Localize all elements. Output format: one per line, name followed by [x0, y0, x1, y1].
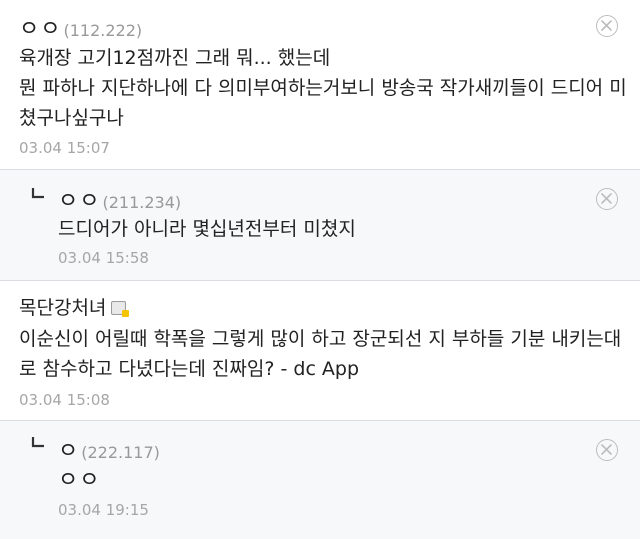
- reply-item: ㅇㅇ (211.234) 드디어가 아니라 몇십년전부터 미쳤지 03.04 1…: [0, 170, 640, 280]
- close-circle-icon: [601, 20, 612, 31]
- comment-author: ㅇㅇ (112.222): [19, 11, 142, 43]
- close-circle-icon: [601, 193, 612, 204]
- comment-text-line: 뭔 파하나 지단하나에 다 의미부여하는거보니 방송국 작가새끼들이 드디어 미: [19, 77, 627, 99]
- comment-text: 드디어가 아니라 몇십년전부터 미쳤지: [58, 214, 356, 244]
- comment-author: ㅇ (222.117): [58, 433, 160, 465]
- comment-item: ㅇㅇ (112.222) 육개장 고기12점까진 그래 뭐... 했는데 뭔 파…: [0, 0, 640, 169]
- comment-timestamp: 03.04 15:08: [19, 391, 110, 409]
- author-ip: (222.117): [81, 443, 160, 462]
- delete-button[interactable]: [596, 439, 618, 461]
- reply-arrow-icon: [31, 437, 44, 448]
- member-badge-icon: [111, 301, 130, 317]
- comment-text-line: 육개장 고기12점까진 그래 뭐... 했는데: [19, 47, 331, 69]
- comment-author: ㅇㅇ (211.234): [58, 183, 181, 215]
- comment-text-line: ㅇㅇ: [58, 468, 101, 493]
- reply-arrow-icon: [31, 188, 44, 199]
- close-circle-icon: [601, 444, 612, 455]
- reply-item: ㅇ (222.117) ㅇㅇ 03.04 19:15: [0, 421, 640, 539]
- comment-item: 목단강처녀 이순신이 어릴때 학폭을 그렇게 많이 하고 장군되선 지 부하들 …: [0, 281, 640, 420]
- delete-button[interactable]: [596, 188, 618, 210]
- comment-text: ㅇㅇ: [58, 466, 100, 496]
- comment-text: 이순신이 어릴때 학폭을 그렇게 많이 하고 장군되선 지 부하들 기분 내키는…: [19, 324, 621, 384]
- comment-text-line: 드디어가 아니라 몇십년전부터 미쳤지: [58, 218, 356, 240]
- comment-timestamp: 03.04 15:07: [19, 139, 110, 157]
- author-nickname[interactable]: ㅇㅇ: [19, 11, 61, 43]
- comment-timestamp: 03.04 19:15: [58, 501, 149, 519]
- author-nickname[interactable]: ㅇ: [58, 433, 79, 465]
- author-ip: (112.222): [63, 21, 143, 40]
- comment-list: ㅇㅇ (112.222) 육개장 고기12점까진 그래 뭐... 했는데 뭔 파…: [0, 0, 640, 539]
- comment-text: 육개장 고기12점까진 그래 뭐... 했는데 뭔 파하나 지단하나에 다 의미…: [19, 43, 627, 133]
- delete-button[interactable]: [596, 15, 618, 37]
- author-ip: (211.234): [102, 193, 182, 212]
- comment-timestamp: 03.04 15:58: [58, 249, 149, 267]
- comment-text-line: 이순신이 어릴때 학폭을 그렇게 많이 하고 장군되선 지 부하들 기분 내키는…: [19, 328, 622, 350]
- comment-text-line: 로 참수하고 다녔다는데 진짜임? - dc App: [19, 358, 360, 380]
- author-nickname[interactable]: 목단강처녀: [19, 293, 106, 320]
- comment-text-line: 쳤구나싶구나: [19, 107, 124, 129]
- author-nickname[interactable]: ㅇㅇ: [58, 183, 100, 215]
- comment-author: 목단강처녀: [19, 293, 130, 320]
